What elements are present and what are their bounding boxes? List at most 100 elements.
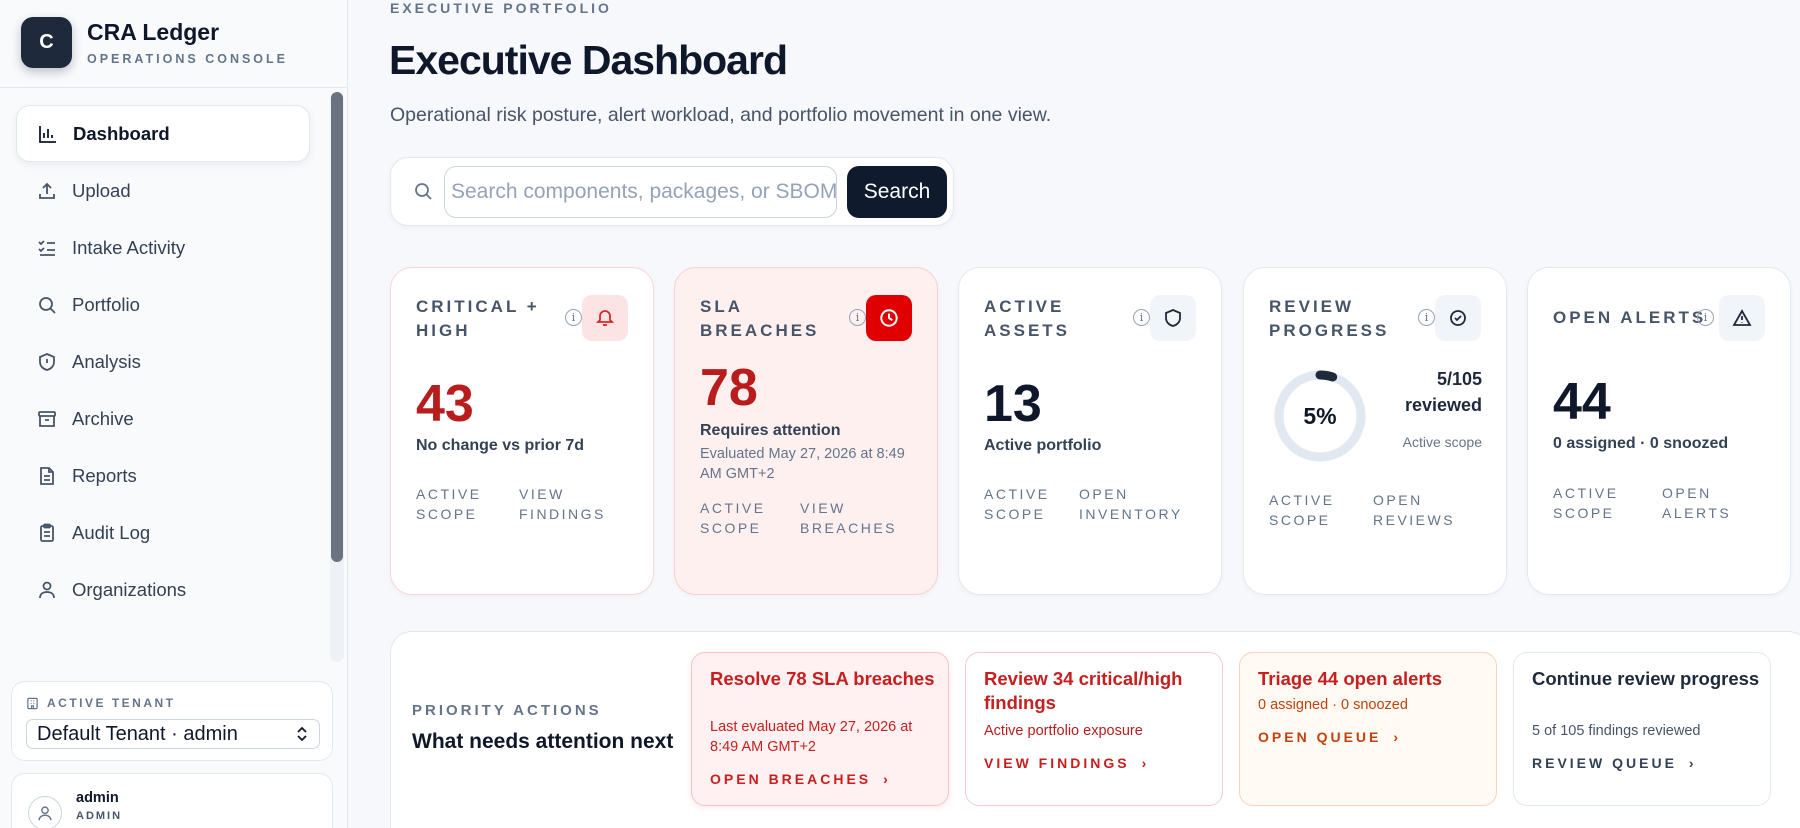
tenant-label: ACTIVE TENANT: [26, 696, 176, 710]
user-role: ADMIN: [76, 810, 123, 822]
info-icon[interactable]: i: [1133, 309, 1150, 326]
active-assets-card[interactable]: ACTIVE ASSETS i 13 Active portfolio ACTI…: [958, 267, 1222, 595]
sidebar-item-label: Archive: [72, 407, 134, 429]
action-subtitle: 5 of 105 findings reviewed: [1532, 723, 1701, 739]
brand-name: CRA Ledger: [87, 19, 220, 45]
open-alerts-card[interactable]: OPEN ALERTS i 44 0 assigned · 0 snoozed …: [1527, 267, 1791, 595]
action-card-sla[interactable]: Resolve 78 SLA breaches Last evaluated M…: [691, 652, 949, 806]
sla-breaches-card[interactable]: SLA BREACHES i 78 Requires attention Eva…: [674, 267, 938, 595]
bell-icon: [582, 295, 628, 341]
checklist-icon: [36, 237, 58, 259]
action-card-review[interactable]: Continue review progress 5 of 105 findin…: [1513, 652, 1771, 806]
chevron-updown-icon: [297, 726, 307, 742]
active-scope-link[interactable]: ACTIVE SCOPE: [984, 484, 1064, 524]
action-link-label: VIEW FINDINGS: [984, 755, 1130, 771]
sidebar-item-label: Upload: [72, 179, 131, 201]
review-count: 5/105 reviewed: [1404, 369, 1482, 415]
sidebar-item-dashboard[interactable]: Dashboard: [16, 105, 310, 162]
action-title: Resolve 78 SLA breaches: [710, 668, 935, 689]
sidebar-item-archive[interactable]: Archive: [16, 390, 310, 447]
clock-icon: [866, 295, 912, 341]
sidebar-nav: Dashboard Upload Intake Activity Portfol…: [0, 88, 348, 664]
info-icon[interactable]: i: [565, 309, 582, 326]
sidebar-item-label: Analysis: [72, 350, 141, 372]
open-breaches-link[interactable]: OPEN BREACHES ›: [710, 771, 891, 787]
active-scope-link[interactable]: ACTIVE SCOPE: [1553, 483, 1633, 523]
open-queue-link[interactable]: OPEN QUEUE ›: [1258, 729, 1401, 745]
active-scope-link[interactable]: ACTIVE SCOPE: [700, 498, 780, 538]
tenant-panel: ACTIVE TENANT Default Tenant · admin: [11, 681, 333, 761]
user-icon: [36, 579, 58, 601]
shield-icon: [36, 351, 58, 373]
sidebar-scrollbar-thumb[interactable]: [331, 92, 343, 562]
search-button[interactable]: Search: [847, 166, 947, 218]
review-progress-ring: 5%: [1272, 368, 1368, 464]
user-panel[interactable]: admin ADMIN: [11, 773, 333, 828]
review-progress-card[interactable]: REVIEW PROGRESS i 5% 5/105 reviewed Acti…: [1243, 267, 1507, 595]
action-card-alerts[interactable]: Triage 44 open alerts 0 assigned · 0 sno…: [1239, 652, 1497, 806]
action-link-label: REVIEW QUEUE: [1532, 755, 1677, 771]
active-scope-link[interactable]: ACTIVE SCOPE: [416, 484, 496, 524]
card-label: CRITICAL + HIGH: [416, 297, 540, 340]
sidebar-item-intake-activity[interactable]: Intake Activity: [16, 219, 310, 276]
sidebar-item-reports[interactable]: Reports: [16, 447, 310, 504]
warning-icon: [1719, 295, 1765, 341]
upload-icon: [36, 180, 58, 202]
archive-icon: [36, 408, 58, 430]
check-circle-icon: [1435, 295, 1481, 341]
action-title: Review 34 critical/high findings: [984, 668, 1183, 713]
avatar: [28, 796, 62, 828]
card-label: REVIEW PROGRESS: [1269, 297, 1390, 340]
sla-breaches-value: 78: [700, 359, 758, 417]
sidebar-item-label: Reports: [72, 464, 137, 486]
shield-icon: [1150, 295, 1196, 341]
info-icon[interactable]: i: [1697, 309, 1714, 326]
info-icon[interactable]: i: [1418, 309, 1435, 326]
sidebar-item-label: Organizations: [72, 578, 187, 600]
page-kicker: EXECUTIVE PORTFOLIO: [390, 0, 612, 16]
search-input[interactable]: [444, 166, 837, 218]
clipboard-icon: [36, 522, 58, 544]
view-findings-link[interactable]: VIEW FINDINGS: [519, 484, 609, 524]
card-label: OPEN ALERTS: [1553, 308, 1707, 327]
active-scope-link[interactable]: ACTIVE SCOPE: [1269, 490, 1349, 530]
priority-kicker: PRIORITY ACTIONS: [412, 702, 602, 719]
chevron-right-icon: ›: [1688, 755, 1697, 771]
page-subtitle: Operational risk posture, alert workload…: [390, 104, 1052, 126]
card-description: Requires attention: [700, 422, 841, 439]
critical-high-card[interactable]: CRITICAL + HIGH i 43 No change vs prior …: [390, 267, 654, 595]
document-icon: [36, 465, 58, 487]
action-link-label: OPEN BREACHES: [710, 771, 872, 787]
sidebar-item-audit-log[interactable]: Audit Log: [16, 504, 310, 561]
sidebar-item-label: Audit Log: [72, 521, 151, 543]
search-icon: [36, 294, 58, 316]
info-icon[interactable]: i: [849, 309, 866, 326]
active-assets-value: 13: [984, 375, 1042, 433]
chevron-right-icon: ›: [1393, 729, 1402, 745]
open-inventory-link[interactable]: OPEN INVENTORY: [1079, 484, 1189, 524]
sidebar-item-upload[interactable]: Upload: [16, 162, 310, 219]
view-breaches-link[interactable]: VIEW BREACHES: [800, 498, 900, 538]
card-description: No change vs prior 7d: [416, 437, 585, 454]
tenant-select-value: Default Tenant · admin: [37, 722, 238, 745]
tenant-select[interactable]: Default Tenant · admin: [26, 719, 320, 749]
open-reviews-link[interactable]: OPEN REVIEWS: [1373, 490, 1473, 530]
user-name: admin: [76, 790, 119, 806]
brand-logo[interactable]: C: [21, 17, 72, 68]
review-scope: Active scope: [1402, 434, 1482, 450]
sidebar-item-label: Intake Activity: [72, 236, 186, 258]
sidebar-item-portfolio[interactable]: Portfolio: [16, 276, 310, 333]
open-alerts-value: 44: [1553, 373, 1611, 431]
action-card-findings[interactable]: Review 34 critical/high findings Active …: [965, 652, 1223, 806]
search-icon: [413, 181, 433, 206]
sidebar-item-label: Portfolio: [72, 293, 140, 315]
action-title: Triage 44 open alerts: [1258, 668, 1443, 689]
sidebar: C CRA Ledger OPERATIONS CONSOLE Dashboar…: [0, 0, 348, 828]
sidebar-item-organizations[interactable]: Organizations: [16, 561, 310, 618]
view-findings-link[interactable]: VIEW FINDINGS ›: [984, 755, 1149, 771]
sidebar-item-analysis[interactable]: Analysis: [16, 333, 310, 390]
review-percent: 5%: [1303, 402, 1337, 429]
review-queue-link[interactable]: REVIEW QUEUE ›: [1532, 755, 1697, 771]
bar-chart-icon: [37, 123, 59, 145]
open-alerts-link[interactable]: OPEN ALERTS: [1662, 483, 1752, 523]
